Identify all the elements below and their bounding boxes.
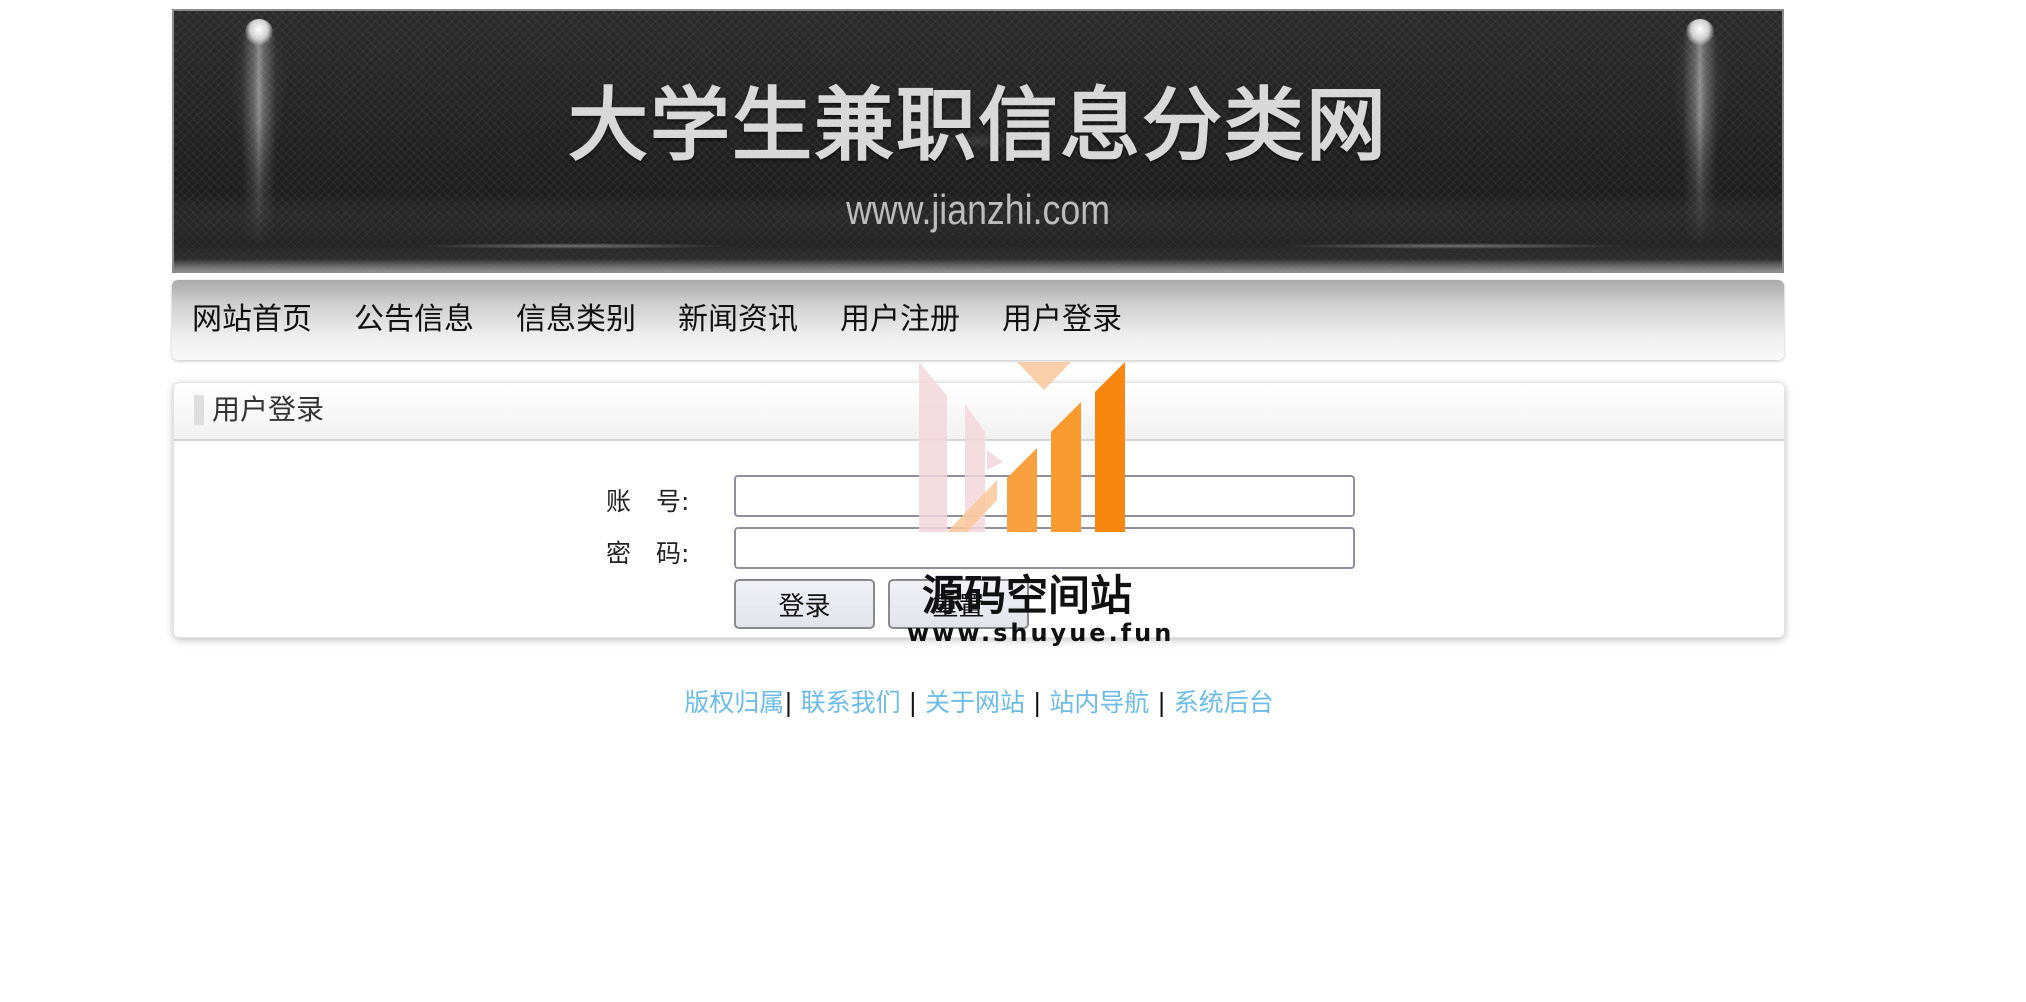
header-accent-bar: [194, 395, 204, 425]
nav-item-login[interactable]: 用户登录: [1002, 300, 1122, 340]
nav-item-categories[interactable]: 信息类别: [516, 300, 636, 340]
page: 大学生兼职信息分类网 www.jianzhi.com 网站首页 公告信息 信息类…: [0, 0, 2026, 1002]
account-input[interactable]: [734, 475, 1355, 517]
site-banner: 大学生兼职信息分类网 www.jianzhi.com: [172, 9, 1784, 273]
footer-separator: |: [1157, 688, 1166, 717]
site-title: 大学生兼职信息分类网: [568, 79, 1388, 172]
password-input[interactable]: [734, 527, 1355, 569]
footer-link-contact[interactable]: 联系我们: [801, 688, 901, 717]
footer: 版权归属| 联系我们 | 关于网站 | 站内导航 | 系统后台: [0, 688, 1958, 718]
account-label: 账 号:: [606, 487, 690, 516]
nav-list: 网站首页 公告信息 信息类别 新闻资讯 用户注册 用户登录: [192, 300, 1164, 340]
login-panel-header: 用户登录: [174, 383, 1784, 441]
password-label: 密 码:: [606, 539, 690, 568]
login-panel: 用户登录 账 号: 密 码: 登录 重置: [173, 382, 1785, 638]
footer-separator: |: [1032, 688, 1042, 717]
main-nav: 网站首页 公告信息 信息类别 新闻资讯 用户注册 用户登录: [172, 280, 1784, 360]
footer-separator: |: [908, 688, 918, 717]
nav-item-home[interactable]: 网站首页: [192, 300, 312, 340]
footer-link-admin[interactable]: 系统后台: [1174, 688, 1274, 717]
login-panel-title: 用户登录: [212, 393, 325, 426]
footer-link-sitemap[interactable]: 站内导航: [1049, 688, 1149, 717]
floor-glow-left: [414, 243, 734, 249]
reset-button[interactable]: 重置: [888, 579, 1029, 629]
floor-glow-right: [1274, 243, 1634, 249]
nav-item-announcements[interactable]: 公告信息: [354, 300, 474, 340]
nav-item-news[interactable]: 新闻资讯: [678, 300, 798, 340]
nav-item-register[interactable]: 用户注册: [840, 300, 960, 340]
footer-link-about[interactable]: 关于网站: [925, 688, 1025, 717]
site-url: www.jianzhi.com: [846, 186, 1110, 233]
login-button[interactable]: 登录: [734, 579, 875, 629]
footer-separator: |: [784, 688, 793, 717]
footer-link-copyright[interactable]: 版权归属: [684, 688, 784, 717]
